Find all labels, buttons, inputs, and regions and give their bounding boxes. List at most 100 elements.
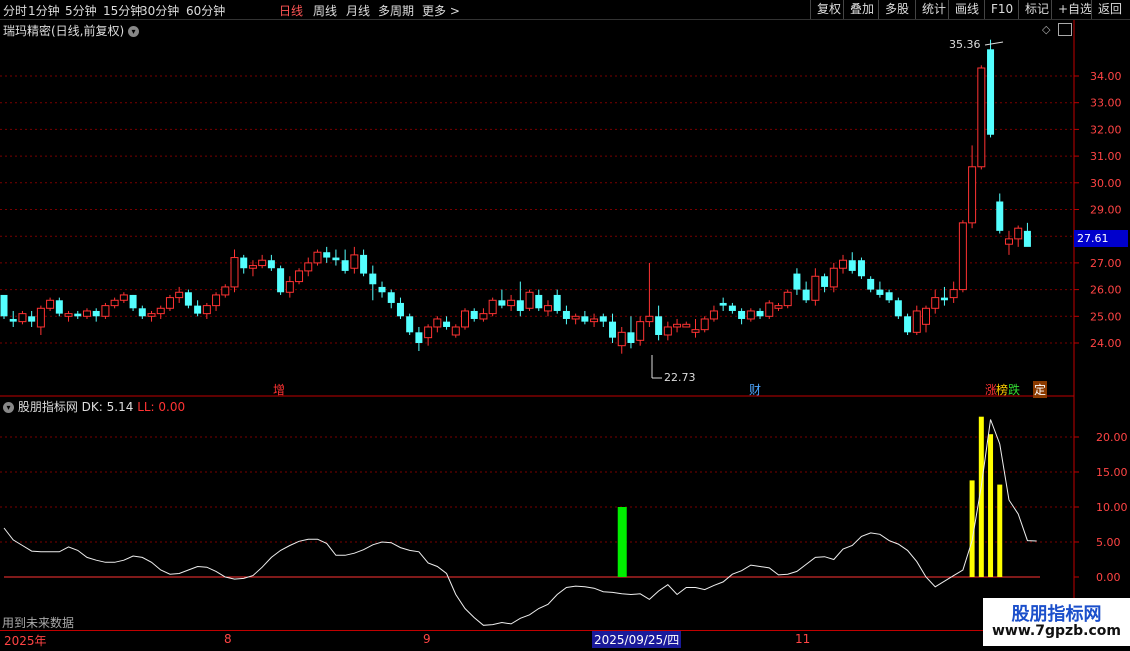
candle-body — [571, 315, 580, 320]
candle-body — [451, 326, 460, 336]
price-tick-label: 33.00 — [1090, 97, 1122, 110]
candle-body — [341, 260, 349, 271]
candle-body — [110, 299, 119, 307]
candle-body — [202, 305, 211, 315]
candle-body — [535, 294, 543, 309]
candle-body — [240, 257, 248, 269]
candle-body — [774, 305, 783, 309]
candle-body — [1014, 227, 1023, 240]
candle-body — [313, 251, 322, 264]
future-data-note: 用到未来数据 — [2, 616, 75, 630]
candle-body — [230, 257, 239, 288]
event-marker[interactable]: 跌 — [1008, 381, 1020, 398]
green-signal-bar — [617, 507, 627, 577]
candle-body — [996, 201, 1004, 231]
event-marker[interactable]: 榜 — [996, 381, 1008, 398]
candle-body — [479, 313, 488, 320]
stock-title: 瑞玛精密(日线,前复权) ▾ — [3, 22, 140, 39]
candle-body — [562, 310, 570, 319]
candle-body — [655, 316, 663, 335]
candle-body — [304, 262, 313, 272]
candle-body — [543, 305, 552, 312]
price-tick-label: 31.00 — [1090, 150, 1122, 163]
candle-body — [636, 321, 645, 341]
candle-body — [101, 305, 110, 317]
candle-body — [876, 289, 884, 295]
indicator-tick-label: 0.00 — [1096, 571, 1121, 584]
diamond-icon[interactable]: ◇ — [1042, 23, 1050, 36]
event-marker[interactable]: 财 — [749, 381, 761, 398]
candle-body — [765, 302, 774, 317]
dk-value: DK: 5.14 — [81, 400, 134, 414]
candle-body — [64, 313, 73, 317]
candle-body — [415, 332, 423, 343]
candle-body — [156, 307, 165, 315]
date-label: 8 — [224, 632, 232, 646]
candle-body — [507, 299, 516, 307]
candle-body — [138, 308, 146, 317]
candle-body — [387, 292, 395, 303]
candle-body — [885, 292, 893, 301]
watermark-url: www.7gpzb.com — [991, 623, 1121, 639]
candle-body — [931, 297, 940, 309]
candle-body — [498, 300, 506, 306]
candle-body — [516, 300, 524, 311]
candle-body — [663, 326, 672, 336]
candle-body — [488, 299, 497, 315]
candle-body — [802, 289, 810, 301]
candle-body — [443, 321, 451, 327]
candle-body — [277, 268, 285, 293]
candle-body — [18, 313, 27, 323]
candle-body — [783, 291, 792, 307]
event-marker[interactable]: 定 — [1033, 381, 1048, 398]
candle-body — [267, 260, 275, 269]
date-axis — [0, 630, 983, 651]
max-price-label: 35.36 — [949, 38, 981, 51]
price-tick-label: 30.00 — [1090, 177, 1122, 190]
candle-body — [165, 297, 174, 309]
max-arrow — [984, 41, 1004, 46]
candle-body — [609, 321, 617, 338]
candle-body — [968, 166, 977, 224]
candle-body — [424, 326, 433, 339]
candle-body — [1004, 238, 1013, 245]
candle-body — [221, 286, 230, 296]
candle-body — [793, 273, 801, 290]
candle-body — [369, 273, 377, 285]
event-marker[interactable]: 增 — [273, 381, 285, 398]
candle-body — [378, 286, 386, 293]
candle-body — [958, 222, 967, 291]
candle-body — [194, 305, 202, 314]
candle-body — [829, 267, 838, 288]
current-price-badge: 27.61 — [1074, 230, 1128, 247]
candle-body — [839, 259, 848, 269]
candle-body — [904, 316, 912, 333]
candle-body — [811, 275, 820, 301]
chevron-down-icon[interactable]: ▾ — [3, 402, 14, 413]
cursor-date-label: 2025/09/25/四 — [592, 631, 682, 648]
ll-value: LL: 0.00 — [137, 400, 186, 414]
min-price-label: 22.73 — [664, 371, 696, 384]
candle-body — [627, 332, 635, 343]
candle-body — [212, 294, 221, 307]
candle-body — [949, 289, 958, 299]
candle-body — [406, 316, 414, 333]
candle-body — [46, 299, 55, 309]
date-label: 2025年 — [4, 634, 47, 648]
watermark: 股朋指标网 www.7gpzb.com — [983, 598, 1130, 646]
candle-body — [323, 252, 331, 258]
indicator-tick-label: 15.00 — [1096, 466, 1128, 479]
candle-body — [617, 331, 626, 347]
candle-body — [36, 307, 45, 328]
candle-body — [184, 292, 192, 306]
chevron-down-icon[interactable]: ▾ — [128, 26, 140, 37]
kline-chart[interactable]: 34.0033.0032.0031.0030.0029.0028.0027.00… — [0, 0, 1130, 650]
candle-body — [940, 297, 948, 301]
candle-body — [82, 310, 91, 317]
candle-body — [92, 310, 100, 317]
candle-body — [746, 310, 755, 320]
panel-toggle-icon[interactable] — [1058, 23, 1072, 36]
indicator-name[interactable]: 股朋指标网 — [18, 400, 78, 414]
candle-body — [285, 281, 294, 293]
candle-body — [738, 310, 746, 319]
